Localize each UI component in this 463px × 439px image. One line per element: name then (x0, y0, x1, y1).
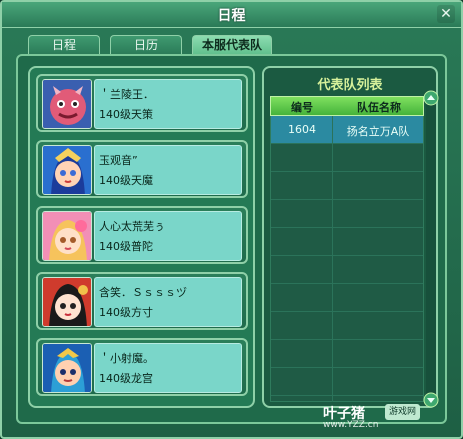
tab-schedule[interactable]: 日程 (28, 35, 100, 55)
player-detail: 140级龙宫 (99, 372, 153, 385)
blonde-girl-icon (42, 211, 92, 261)
close-button[interactable]: ✕ (437, 5, 455, 23)
player-detail: 140级方寸 (99, 306, 153, 319)
table-row (271, 368, 423, 396)
player-detail: 140级普陀 (99, 240, 153, 253)
tab-label: 本服代表队 (201, 38, 262, 52)
player-detail: 140级天策 (99, 108, 153, 121)
player-card[interactable]: ＇兰陵王． 140级天策 (36, 74, 248, 132)
player-info: ＇小射魔。 140级龙宫 (94, 343, 242, 393)
player-name: 玉观音” (99, 154, 138, 167)
column-divider (332, 116, 333, 402)
table-row (271, 340, 423, 368)
pink-mask-icon (42, 79, 92, 129)
table-row (271, 144, 423, 172)
tab-label: 日历 (133, 38, 158, 52)
player-info: 含笑．Ｓｓｓｓヅ 140级方寸 (94, 277, 242, 327)
player-info: ＇兰陵王． 140级天策 (94, 79, 242, 129)
window-title: 日程 (217, 8, 246, 24)
tab-server-team[interactable]: 本服代表队 (192, 35, 272, 55)
schedule-window: 日程 ✕ 日程 日历 本服代表队 ＇兰陵王． 140级天策 玉观音” 140级天… (0, 0, 463, 439)
player-cards-panel: ＇兰陵王． 140级天策 玉观音” 140级天魔 人心太荒芜ぅ 140级普陀 含… (28, 66, 255, 408)
table-row (271, 200, 423, 228)
tab-label: 日程 (51, 38, 76, 52)
column-header-id: 编号 (291, 101, 313, 114)
title-bar: 日程 ✕ (2, 2, 461, 28)
table-row (271, 284, 423, 312)
table-row (271, 312, 423, 340)
table-row (271, 256, 423, 284)
player-name: ＇兰陵王． (99, 88, 154, 101)
player-card[interactable]: 人心太荒芜ぅ 140级普陀 (36, 206, 248, 264)
player-detail: 140级天魔 (99, 174, 153, 187)
blue-hair-girl-icon (42, 145, 92, 195)
player-card[interactable]: 含笑．Ｓｓｓｓヅ 140级方寸 (36, 272, 248, 330)
player-name: 含笑．Ｓｓｓｓヅ (99, 286, 187, 299)
table-row[interactable]: 1604 扬名立万A队 (271, 116, 423, 144)
player-info: 人心太荒芜ぅ 140级普陀 (94, 211, 242, 261)
player-name: 人心太荒芜ぅ (99, 220, 165, 233)
black-hair-girl-icon (42, 277, 92, 327)
table-row (271, 172, 423, 200)
column-header-name: 队伍名称 (357, 101, 401, 114)
content-area: ＇兰陵王． 140级天策 玉观音” 140级天魔 人心太荒芜ぅ 140级普陀 含… (16, 54, 447, 424)
table-body: 1604 扬名立万A队 (270, 116, 424, 402)
site-watermark: 叶子猪 游戏网 www.YZZ.cn (323, 403, 451, 431)
scrollbar[interactable] (423, 90, 439, 408)
table-row (271, 228, 423, 256)
tab-calendar[interactable]: 日历 (110, 35, 182, 55)
watermark-url: www.YZZ.cn (323, 420, 379, 430)
player-card[interactable]: ＇小射魔。 140级龙宫 (36, 338, 248, 396)
scroll-up-icon[interactable] (423, 90, 439, 106)
team-list-title: 代表队列表 (317, 78, 383, 93)
player-name: ＇小射魔。 (99, 352, 154, 365)
team-name: 扬名立万A队 (346, 125, 410, 138)
team-id: 1604 (288, 123, 316, 136)
blue-warrior-icon (42, 343, 92, 393)
player-info: 玉观音” 140级天魔 (94, 145, 242, 195)
watermark-badge: 游戏网 (385, 404, 421, 420)
close-icon: ✕ (440, 6, 452, 22)
team-list-panel: 代表队列表 编号 队伍名称 1604 扬名立万A队 (262, 66, 439, 408)
table-header: 编号 队伍名称 (270, 96, 424, 116)
player-card[interactable]: 玉观音” 140级天魔 (36, 140, 248, 198)
team-table: 编号 队伍名称 1604 扬名立万A队 (270, 96, 424, 402)
